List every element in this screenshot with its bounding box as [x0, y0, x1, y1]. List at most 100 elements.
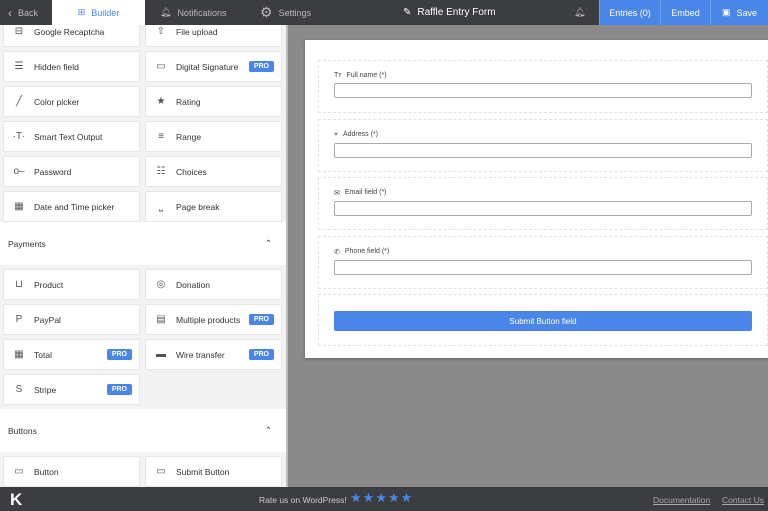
edit-icon: ✎	[403, 7, 412, 18]
field-card-stripe[interactable]: S Stripe PRO	[3, 374, 140, 405]
text-icon: ·T·	[12, 131, 26, 142]
rating-stars[interactable]: ★★★★★	[350, 490, 413, 506]
rate-text: Rate us on WordPress!	[259, 495, 347, 505]
field-card-label: Smart Text Output	[34, 131, 103, 142]
field-card-paypal[interactable]: P PayPal	[3, 304, 140, 335]
field-card-hidden-field[interactable]: ☰ Hidden field	[3, 51, 140, 82]
field-card-label: Submit Button	[176, 466, 230, 477]
page-break-icon: ⎵	[159, 201, 163, 212]
back-label: Back	[18, 7, 39, 18]
field-card-product[interactable]: ⊔ Product	[3, 269, 140, 300]
section-title: Payments	[8, 238, 46, 249]
button-icon: ▭	[14, 466, 24, 477]
field-card-button[interactable]: ▭ Button	[3, 456, 140, 487]
field-input[interactable]	[334, 201, 752, 216]
payments-section-header[interactable]: Payments ⌃	[0, 222, 286, 265]
star-icon[interactable]: ★	[388, 490, 401, 505]
paypal-icon: P	[15, 314, 23, 325]
field-type-icon: ⌖	[334, 130, 338, 138]
tab-notifications[interactable]: 🔔︎ Notifications	[160, 0, 226, 25]
documentation-link[interactable]: Documentation	[653, 495, 710, 505]
field-card-page-break[interactable]: ⎵ Page break	[145, 191, 282, 222]
field-card-multiple-products[interactable]: ▤ Multiple products PRO	[145, 304, 282, 335]
back-button[interactable]: ‹ Back	[8, 0, 38, 25]
field-card-rating[interactable]: ★ Rating	[145, 86, 282, 117]
buttons-section-header[interactable]: Buttons ⌃	[0, 409, 286, 452]
section-title: Buttons	[8, 425, 37, 436]
upload-icon: ⇧	[156, 26, 166, 37]
field-card-total[interactable]: ▦ Total PRO	[3, 339, 140, 370]
field-card-label: File upload	[176, 26, 218, 37]
field-card-password[interactable]: o‒ Password	[3, 156, 140, 187]
submit-field[interactable]: Submit Button field	[318, 294, 768, 346]
field-card-label: Hidden field	[34, 61, 79, 72]
top-bar: ‹ Back ⊞ Builder 🔔︎ Notifications ⚙ Settings…	[0, 0, 768, 25]
field-card-submit-button[interactable]: ▭ Submit Button	[145, 456, 282, 487]
field-card-wire-transfer[interactable]: ▬ Wire transfer PRO	[145, 339, 282, 370]
chevron-up-icon: ⌃	[264, 425, 272, 435]
field-type-icon: ✉	[334, 190, 340, 197]
choices-icon: ☷	[156, 166, 166, 177]
save-icon: ▣	[721, 7, 731, 17]
logo: K	[10, 490, 23, 509]
card-icon: ▬	[156, 349, 166, 360]
field-label-text: Email field (*)	[344, 189, 387, 196]
field-card-label: Google Recaptcha	[34, 26, 105, 37]
pro-badge: PRO	[248, 61, 274, 72]
calculator-icon: ▦	[14, 349, 24, 360]
field-card-label: Page break	[176, 201, 220, 212]
submit-icon: ▭	[156, 466, 166, 477]
field-card-donation[interactable]: ◎ Donation	[145, 269, 282, 300]
star-icon: ★	[156, 96, 166, 107]
field-label: ✉ Email field (*)	[334, 189, 752, 197]
field-card-label: Color picker	[34, 96, 80, 107]
hidden-field-icon: ☰	[14, 61, 24, 72]
pro-badge: PRO	[248, 314, 274, 325]
field-card-label: Product	[34, 279, 64, 290]
field-input[interactable]	[334, 83, 752, 98]
field-card-file-upload[interactable]: ⇧ File upload	[145, 25, 282, 47]
star-icon[interactable]: ★	[401, 490, 414, 505]
notifications-label: Notifications	[177, 7, 227, 18]
star-icon[interactable]: ★	[350, 490, 363, 505]
tab-settings[interactable]: ⚙ Settings	[260, 0, 311, 25]
contact-link[interactable]: Contact Us	[722, 495, 764, 505]
tab-builder[interactable]: ⊞ Builder	[52, 0, 145, 25]
save-button[interactable]: ▣ Save	[710, 0, 768, 25]
field-sidebar[interactable]: ⊟ Google Recaptcha ⇧ File upload ☰ Hidden fie…	[0, 25, 288, 487]
field-card-digital-signature[interactable]: ▭ Digital Signature PRO	[145, 51, 282, 82]
field-label-text: Phone field (*)	[344, 247, 390, 255]
pro-badge: PRO	[248, 349, 274, 360]
field-type-icon: Tт	[334, 72, 342, 79]
form-field[interactable]: Tт Full name (*)	[318, 60, 768, 113]
field-card-color-picker[interactable]: ╱ Color picker	[3, 86, 140, 117]
field-card-range[interactable]: ≡ Range	[145, 121, 282, 152]
entries-button[interactable]: Entries (0)	[599, 0, 660, 25]
field-card-date-and-time-picker[interactable]: ▦ Date and Time picker	[3, 191, 140, 222]
submit-button[interactable]: Submit Button field	[334, 311, 752, 331]
form-field[interactable]: ✉ Email field (*)	[318, 177, 768, 230]
field-card-label: Donation	[176, 279, 211, 290]
field-card-google-recaptcha[interactable]: ⊟ Google Recaptcha	[3, 25, 140, 47]
form-field[interactable]: ⌖ Address (*)	[318, 118, 768, 172]
chevron-up-icon: ⌃	[264, 238, 272, 248]
field-input[interactable]	[334, 259, 752, 275]
field-input[interactable]	[334, 142, 752, 158]
products-icon: ▤	[156, 314, 166, 325]
recaptcha-icon: ⊟	[14, 26, 24, 37]
footer: K Rate us on WordPress! ★★★★★ Documentat…	[0, 487, 768, 511]
notification-bell-icon[interactable]: 🔔︎	[574, 0, 585, 25]
star-icon[interactable]: ★	[363, 490, 376, 505]
coins-icon: ◎	[156, 279, 166, 290]
form-field[interactable]: ✆ Phone field (*)	[318, 235, 768, 289]
form-title[interactable]: ✎ Raffle Entry Form	[403, 0, 496, 25]
embed-button[interactable]: Embed	[660, 0, 710, 25]
field-card-label: Choices	[176, 166, 207, 177]
chevron-left-icon: ‹	[8, 5, 12, 20]
field-card-choices[interactable]: ☷ Choices	[145, 156, 282, 187]
buttons-grid: ▭ Button ▭ Submit Button	[3, 456, 283, 487]
field-card-label: Multiple products	[176, 314, 241, 325]
star-icon[interactable]: ★	[375, 490, 388, 505]
pro-badge: PRO	[106, 349, 132, 360]
field-card-smart-text-output[interactable]: ·T· Smart Text Output	[3, 121, 140, 152]
